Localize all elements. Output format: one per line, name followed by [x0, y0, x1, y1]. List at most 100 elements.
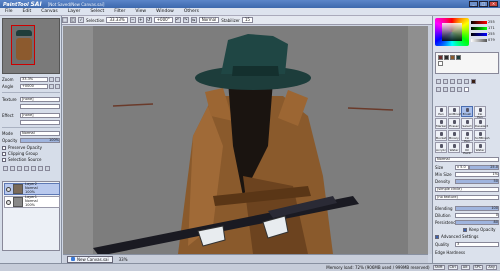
canvas-viewport[interactable] [63, 26, 428, 254]
nav-zoom-in-button[interactable] [55, 76, 60, 82]
move-tool-icon[interactable] [436, 78, 441, 84]
swatch[interactable] [444, 55, 449, 60]
primary-color-swatch[interactable] [471, 78, 476, 84]
density-slider[interactable]: 50 [455, 178, 499, 184]
menu-select[interactable]: Select [85, 9, 109, 14]
menu-filter[interactable]: Filter [109, 9, 130, 14]
nav-rotate-right-button[interactable] [55, 83, 60, 89]
menu-others[interactable]: Others [179, 9, 204, 14]
rotate-right-button[interactable]: ↷ [182, 17, 189, 23]
brush-shape-select[interactable]: (simple circle) [435, 186, 499, 192]
menu-layer[interactable]: Layer [63, 9, 86, 14]
ink-pen-tool-2[interactable]: Ink Pen [461, 130, 473, 143]
texture-select[interactable]: [none] [20, 96, 60, 102]
selection-source-checkbox[interactable]: Selection Source [2, 157, 41, 162]
pen-tool[interactable]: Pen [435, 106, 447, 117]
angle-field[interactable]: +000° [153, 17, 173, 23]
transfer-down-button[interactable] [24, 165, 29, 171]
close-button[interactable]: × [489, 1, 498, 7]
rect-select-icon[interactable] [436, 86, 441, 92]
maximize-button[interactable]: □ [479, 1, 488, 7]
minimize-button[interactable]: _ [469, 1, 478, 7]
persistence-slider[interactable]: 80 [455, 219, 499, 225]
deselect-button[interactable]: ⬚ [62, 17, 68, 23]
swatch[interactable] [450, 55, 455, 60]
new-layer-button[interactable] [3, 165, 8, 171]
zoom-in-button[interactable]: + [137, 17, 144, 23]
menu-file[interactable]: File [0, 9, 18, 14]
quality-select[interactable]: 3 [455, 241, 499, 247]
new-folder-button[interactable] [17, 165, 22, 171]
visibility-eye-icon[interactable] [6, 186, 11, 192]
water-tool[interactable]: Water [448, 142, 460, 153]
layer-opacity-slider[interactable]: 100% [20, 137, 60, 143]
canvas-page[interactable] [93, 26, 408, 254]
layer-mode-select[interactable]: Normal [20, 130, 60, 136]
swatch[interactable] [438, 55, 443, 60]
visibility-eye-icon[interactable] [6, 199, 11, 205]
nav-rotate-left-button[interactable] [49, 83, 54, 89]
size-slider[interactable]: 25.0 [469, 164, 499, 170]
invert-selection-button[interactable]: ◫ [70, 17, 76, 23]
dilution-slider[interactable]: 0 [455, 212, 499, 218]
swatch[interactable] [438, 61, 443, 66]
size-multiplier-select[interactable]: x 5.0 [455, 164, 469, 170]
eyedropper-icon[interactable] [464, 78, 469, 84]
rotate-tool-icon[interactable] [450, 78, 455, 84]
zoom-tool-icon[interactable] [443, 78, 448, 84]
swatch-palette[interactable] [435, 52, 499, 74]
blending-slider[interactable]: 100 [455, 205, 499, 211]
effect-select[interactable]: [none] [20, 112, 60, 118]
advanced-settings-checkbox[interactable]: Advanced Settings [435, 234, 478, 239]
keep-opacity-checkbox[interactable]: Keep Opacity [463, 227, 496, 232]
color-square[interactable] [442, 23, 462, 41]
nav-angle-field[interactable]: +0000 [20, 83, 48, 89]
ink-pen-tool[interactable]: Ink Pen [474, 106, 486, 119]
navigator-preview[interactable] [2, 18, 60, 74]
nav-zoom-field[interactable]: 33.3% [20, 76, 48, 82]
nav-zoom-out-button[interactable] [49, 76, 54, 82]
texture-scale-slider[interactable] [20, 103, 60, 109]
menu-edit[interactable]: Edit [18, 9, 37, 14]
softbrush-tool[interactable]: SoftBrush [474, 130, 490, 141]
alpha-slider[interactable]: 079 [471, 37, 499, 43]
preserve-opacity-checkbox[interactable]: Preserve Opacity [2, 145, 42, 150]
selection-checkbox[interactable]: ✓ [78, 17, 84, 23]
color-wheel[interactable] [435, 18, 469, 46]
water-tool-2[interactable]: Water [474, 142, 486, 153]
oil-paint-tool[interactable]: Oil Paint [461, 142, 473, 155]
select-tool[interactable]: Select [461, 118, 473, 129]
delete-layer-button[interactable] [45, 165, 50, 171]
airbrush-tool[interactable]: AirBrush [448, 106, 462, 117]
zoom-reset-button[interactable]: ↺ [145, 17, 152, 23]
hand-tool-icon[interactable] [457, 78, 462, 84]
effect-width-slider[interactable] [20, 119, 60, 125]
transform-icon[interactable] [457, 86, 462, 92]
zoom-field[interactable]: 33.33% [106, 17, 128, 23]
brush-tool[interactable]: Brush [461, 106, 473, 117]
clear-layer-button[interactable] [38, 165, 43, 171]
min-size-slider[interactable]: 1% [455, 171, 499, 177]
new-linework-layer-button[interactable] [10, 165, 15, 171]
magic-wand-icon[interactable] [450, 86, 455, 92]
menu-canvas[interactable]: Canvas [36, 9, 63, 14]
marker-tool[interactable]: Marker [435, 118, 447, 129]
swatch[interactable] [456, 55, 461, 60]
zoom-out-button[interactable]: − [129, 17, 136, 23]
binary-tool[interactable]: Binary [448, 130, 460, 141]
layer-item[interactable]: Layer2 Normal 100% [4, 182, 60, 195]
brush-mode-select[interactable]: Normal [435, 156, 499, 162]
bucket-tool[interactable]: Bucket [435, 130, 447, 141]
flip-button[interactable]: ⇋ [190, 17, 197, 23]
clipping-group-checkbox[interactable]: Clipping Group [2, 151, 38, 156]
navigator-viewport[interactable] [11, 25, 35, 65]
blend-mode-select[interactable]: Normal [198, 17, 220, 23]
document-tab[interactable]: New Canvas.sai [67, 255, 113, 263]
secondary-color-swatch[interactable] [464, 86, 469, 92]
layer-item[interactable]: Layer1 Normal 100% [4, 195, 60, 208]
eraser-tool[interactable]: Eraser [448, 118, 460, 129]
brush-texture-select[interactable]: (no texture) [435, 194, 499, 200]
stabilizer-select[interactable]: 15 [241, 17, 253, 23]
acrylic-tool[interactable]: Acrylic [435, 142, 447, 153]
rotate-left-button[interactable]: ↶ [174, 17, 181, 23]
